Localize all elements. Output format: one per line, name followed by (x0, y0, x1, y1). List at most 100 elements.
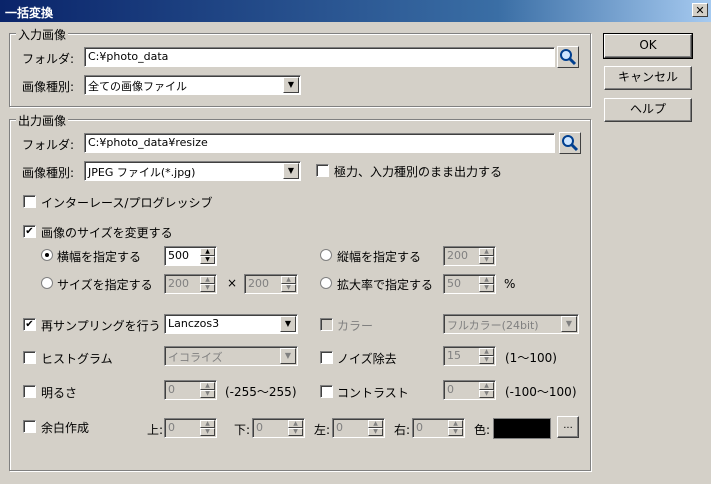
width-stepper[interactable]: 500 ▲ ▼ (164, 246, 217, 266)
margin-bottom-stepper[interactable]: 0 ▲ ▼ (252, 418, 305, 438)
margin-top-spin[interactable]: ▲ ▼ (200, 420, 215, 436)
output-type-select[interactable]: JPEG ファイル(*.jpg) ▼ (84, 161, 301, 181)
chevron-down-icon[interactable]: ▼ (280, 348, 296, 364)
histogram-label: ヒストグラム (41, 352, 113, 366)
size-height-spin[interactable]: ▲ ▼ (281, 276, 296, 292)
margin-right-label: 右: (394, 423, 411, 437)
size-width-spin[interactable]: ▲ ▼ (200, 276, 215, 292)
margin-left-label: 左: (314, 423, 331, 437)
contrast-value: 0 (447, 383, 454, 396)
margin-top-value: 0 (168, 421, 175, 434)
scale-label: 拡大率で指定する (337, 278, 434, 292)
output-type-label: 画像種別: (22, 166, 75, 180)
chevron-down-icon[interactable]: ▼ (283, 77, 299, 93)
interlace-checkbox[interactable] (23, 195, 36, 208)
input-folder-field[interactable]: C:¥photo_data (84, 47, 555, 67)
keep-type-checkbox[interactable] (316, 164, 329, 177)
size-width-stepper[interactable]: 200 ▲ ▼ (164, 274, 217, 294)
resize-checkbox[interactable]: ✔ (23, 225, 36, 238)
noise-label: ノイズ除去 (337, 352, 397, 366)
margin-top-stepper[interactable]: 0 ▲ ▼ (164, 418, 217, 438)
title-bar: 一括変換 ✕ (0, 0, 711, 22)
magnifier-icon (560, 49, 577, 66)
contrast-stepper[interactable]: 0 ▲ ▼ (443, 380, 496, 400)
input-group (9, 33, 591, 107)
height-value: 200 (447, 249, 468, 262)
chevron-down-icon[interactable]: ▼ (561, 316, 577, 332)
margin-color-swatch (493, 418, 551, 439)
color-checkbox[interactable] (320, 318, 333, 331)
margin-color-label: 色: (474, 423, 491, 437)
input-type-value: 全ての画像ファイル (88, 80, 187, 93)
contrast-range: (-100〜100) (505, 385, 577, 399)
color-pick-button[interactable]: ... (557, 416, 579, 438)
size-x-label: × (227, 276, 238, 290)
height-spin[interactable]: ▲ ▼ (479, 248, 494, 264)
input-type-select[interactable]: 全ての画像ファイル ▼ (84, 75, 301, 95)
brightness-spin[interactable]: ▲ ▼ (200, 382, 215, 398)
output-group-legend: 出力画像 (16, 112, 69, 129)
brightness-stepper[interactable]: 0 ▲ ▼ (164, 380, 217, 400)
help-button[interactable]: ヘルプ (604, 98, 692, 122)
chevron-down-icon[interactable]: ▼ (283, 163, 299, 179)
margin-bottom-spin[interactable]: ▲ ▼ (288, 420, 303, 436)
noise-stepper[interactable]: 15 ▲ ▼ (443, 346, 496, 366)
keep-type-label: 極力、入力種別のまま出力する (334, 165, 503, 179)
margin-checkbox[interactable] (23, 420, 36, 433)
output-folder-browse-button[interactable] (559, 132, 581, 154)
width-radio[interactable] (41, 249, 53, 261)
brightness-checkbox[interactable] (23, 385, 36, 398)
margin-left-stepper[interactable]: 0 ▲ ▼ (332, 418, 385, 438)
output-folder-field[interactable]: C:¥photo_data¥resize (84, 133, 555, 153)
resample-select[interactable]: Lanczos3 ▼ (164, 314, 298, 334)
contrast-spin[interactable]: ▲ ▼ (479, 382, 494, 398)
histogram-select[interactable]: イコライズ ▼ (164, 346, 298, 366)
ok-button[interactable]: OK (603, 33, 693, 59)
color-select[interactable]: フルカラー(24bit) ▼ (443, 314, 579, 334)
interlace-label: インターレース/プログレッシブ (41, 196, 213, 210)
scale-stepper[interactable]: 50 ▲ ▼ (443, 274, 496, 294)
size-height-stepper[interactable]: 200 ▲ ▼ (244, 274, 298, 294)
margin-top-label: 上: (147, 423, 164, 437)
scale-radio[interactable] (320, 277, 332, 289)
input-group-legend: 入力画像 (16, 26, 69, 43)
noise-value: 15 (447, 349, 461, 362)
margin-label: 余白作成 (41, 421, 90, 435)
color-value: フルカラー(24bit) (447, 319, 539, 332)
window-title: 一括変換 (5, 6, 54, 20)
check-icon: ✔ (25, 319, 34, 330)
noise-checkbox[interactable] (320, 351, 333, 364)
margin-left-value: 0 (336, 421, 343, 434)
scale-unit: % (504, 277, 516, 291)
brightness-range: (-255〜255) (225, 385, 297, 399)
brightness-label: 明るさ (41, 386, 78, 400)
height-stepper[interactable]: 200 ▲ ▼ (443, 246, 496, 266)
scale-value: 50 (447, 277, 461, 290)
input-type-label: 画像種別: (22, 80, 75, 94)
resample-value: Lanczos3 (168, 317, 220, 330)
height-label: 縦幅を指定する (337, 250, 422, 264)
input-folder-browse-button[interactable] (557, 46, 579, 68)
width-spin[interactable]: ▲ ▼ (200, 248, 215, 264)
size-width-value: 200 (168, 277, 189, 290)
check-icon: ✔ (25, 226, 34, 237)
chevron-down-icon[interactable]: ▼ (280, 316, 296, 332)
margin-right-stepper[interactable]: 0 ▲ ▼ (412, 418, 465, 438)
histogram-checkbox[interactable] (23, 351, 36, 364)
resample-checkbox[interactable]: ✔ (23, 318, 36, 331)
scale-spin[interactable]: ▲ ▼ (479, 276, 494, 292)
margin-right-spin[interactable]: ▲ ▼ (448, 420, 463, 436)
output-folder-label: フォルダ: (22, 138, 75, 152)
margin-left-spin[interactable]: ▲ ▼ (368, 420, 383, 436)
cancel-button[interactable]: キャンセル (604, 66, 692, 90)
contrast-checkbox[interactable] (320, 385, 333, 398)
resize-label: 画像のサイズを変更する (41, 226, 173, 240)
brightness-value: 0 (168, 383, 175, 396)
close-button[interactable]: ✕ (692, 3, 708, 17)
height-radio[interactable] (320, 249, 332, 261)
size-radio[interactable] (41, 277, 53, 289)
noise-spin[interactable]: ▲ ▼ (479, 348, 494, 364)
histogram-value: イコライズ (168, 351, 223, 364)
resample-label: 再サンプリングを行う (41, 319, 161, 333)
width-value: 500 (168, 249, 189, 262)
